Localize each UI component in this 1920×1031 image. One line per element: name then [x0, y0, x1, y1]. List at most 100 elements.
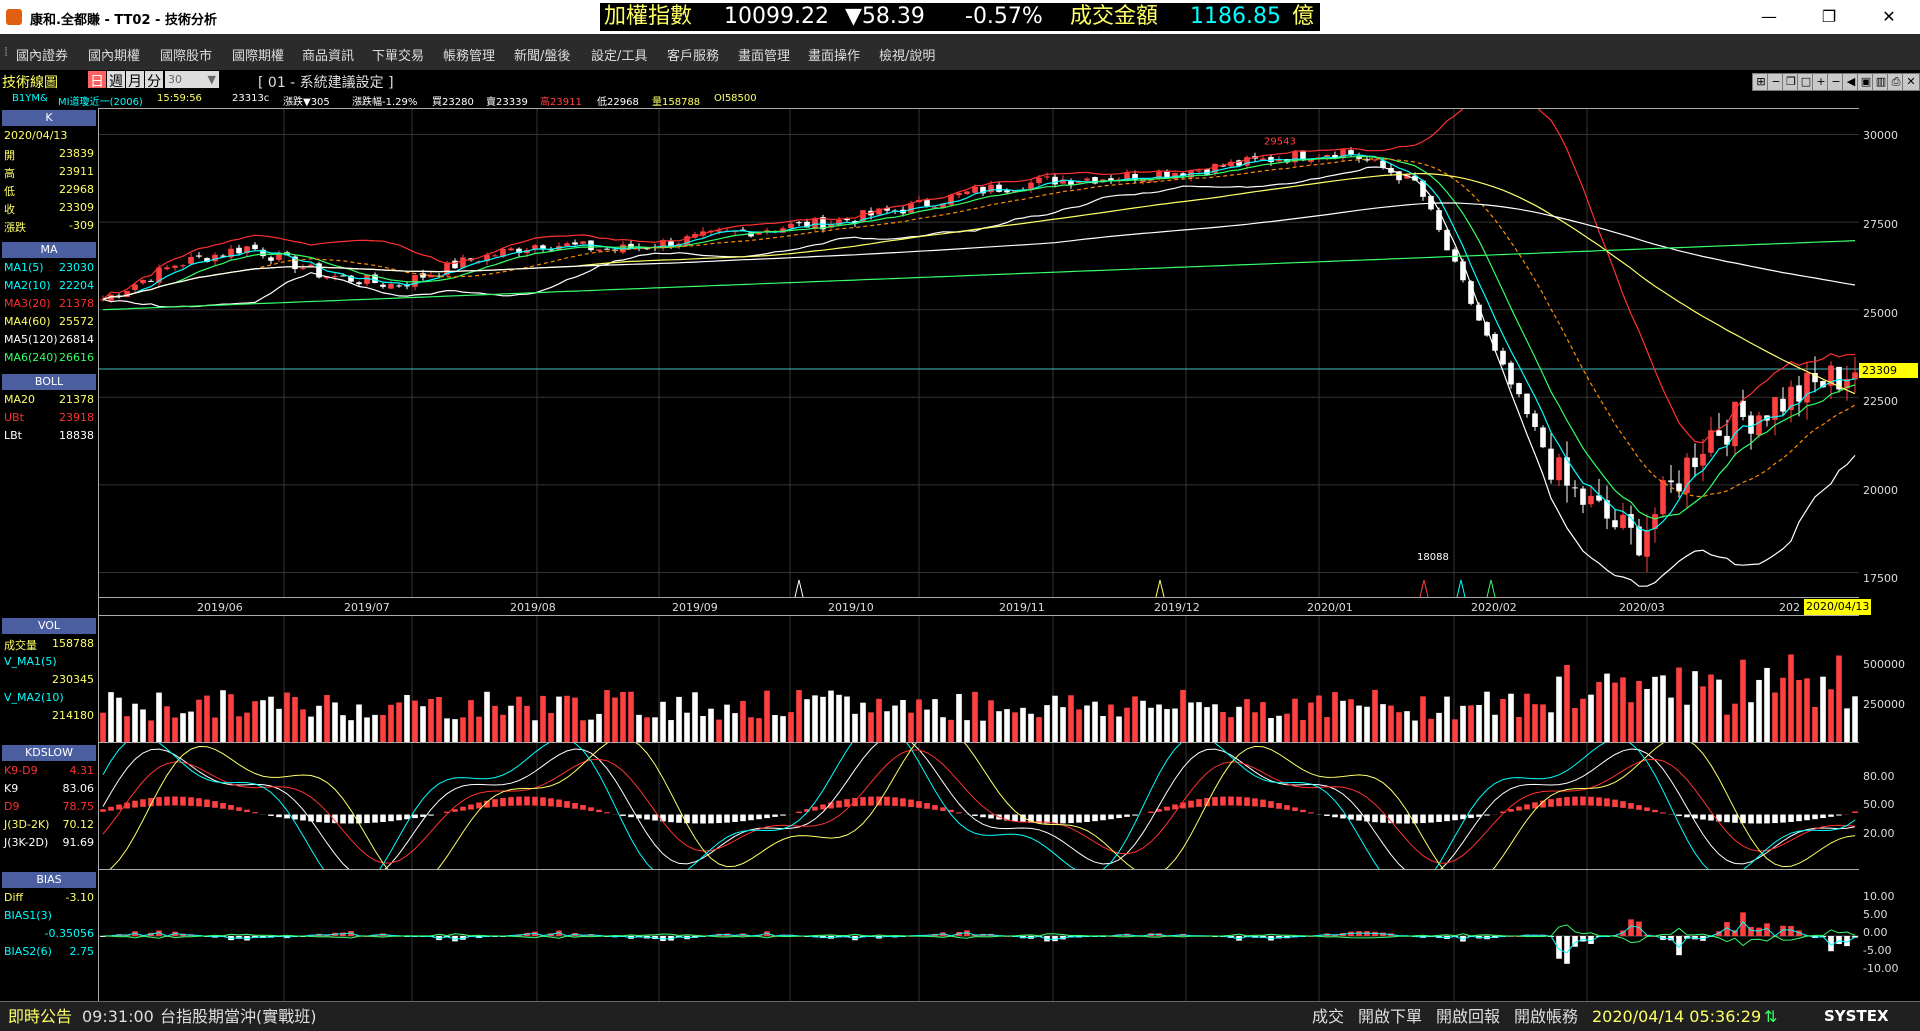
menu-product-info[interactable]: 商品資訊	[302, 45, 354, 64]
bias-bar	[1580, 936, 1586, 942]
kd-row: D978.75	[4, 800, 96, 816]
trade-button[interactable]: 成交	[1312, 1002, 1344, 1031]
close-panel-icon[interactable]: ✕	[1902, 73, 1920, 91]
volume-chart[interactable]	[99, 615, 1859, 743]
boll-value: 21378	[59, 393, 94, 406]
period-minute-button[interactable]: 分	[145, 71, 163, 88]
volume-bar	[1804, 678, 1810, 743]
price-chart[interactable]: 2954318088	[99, 108, 1859, 598]
volume-bar	[148, 720, 154, 743]
volume-bar	[1620, 677, 1626, 743]
period-month-button[interactable]: 月	[126, 71, 144, 88]
candle-body	[252, 245, 258, 249]
volume-bar	[1164, 709, 1170, 743]
menu-domestic-securities[interactable]: 國內證券	[16, 45, 68, 64]
candle-body	[1148, 180, 1154, 181]
k-section-head[interactable]: K	[2, 110, 96, 126]
menu-news[interactable]: 新聞/盤後	[514, 45, 570, 64]
kd-row: J(3K-2D)91.69	[4, 836, 96, 852]
boll-section-head[interactable]: BOLL	[2, 374, 96, 390]
period-day-button[interactable]: 日	[88, 71, 106, 88]
kd-diff-bar	[1188, 801, 1194, 808]
menu-account[interactable]: 帳務管理	[443, 45, 495, 64]
bias-chart[interactable]	[99, 869, 1859, 1002]
volume-bar	[596, 714, 602, 743]
kd-diff-bar	[1228, 797, 1234, 806]
volume-bar	[1492, 715, 1498, 743]
menu-screen-operate[interactable]: 畫面操作	[808, 45, 860, 64]
vol-section-head[interactable]: VOL	[2, 618, 96, 634]
index-change: ▼58.39	[845, 3, 925, 31]
kd-diff-bar	[628, 815, 634, 818]
bias-row: Diff-3.10	[4, 891, 96, 907]
candle-body	[268, 257, 274, 260]
setting-name[interactable]: [ 01 - 系統建議設定 ]	[258, 72, 394, 92]
volume-bar	[1196, 702, 1202, 743]
close-button[interactable]: ✕	[1866, 4, 1912, 30]
kd-section-head[interactable]: KDSLOW	[2, 745, 96, 761]
menu-intl-futures[interactable]: 國際期權	[232, 45, 284, 64]
announcement-label[interactable]: 即時公告	[8, 1002, 72, 1031]
panel-title: 技術線圖	[2, 72, 58, 92]
minimize-button[interactable]: —	[1746, 4, 1792, 30]
kd-chart[interactable]	[99, 742, 1859, 870]
kd-diff-bar	[1644, 807, 1650, 811]
announcement-text[interactable]: 台指股期當沖(實戰班)	[160, 1002, 317, 1031]
volume-bar	[1444, 697, 1450, 743]
kd-diff-bar	[524, 797, 530, 806]
volume-bar	[580, 720, 586, 743]
menu-settings[interactable]: 設定/工具	[591, 45, 647, 64]
candle-body	[1372, 159, 1378, 160]
kd-diff-bar	[772, 815, 778, 817]
menu-domestic-futures[interactable]: 國內期權	[88, 45, 140, 64]
candle-body	[1348, 150, 1354, 154]
window-title: 康和.全都賺 - TT02 - 技術分析	[30, 9, 217, 28]
open-order-button[interactable]: 開啟下單	[1358, 1002, 1422, 1031]
volume-bar	[404, 695, 410, 743]
menu-service[interactable]: 客戶服務	[667, 45, 719, 64]
status-datetime: 2020/04/14 05:36:29	[1592, 1002, 1761, 1031]
kd-label: K9	[4, 782, 18, 795]
volume-bar	[1260, 702, 1266, 743]
bias-bar	[1556, 936, 1562, 959]
ma-section-head[interactable]: MA	[2, 242, 96, 258]
minute-select[interactable]: 30▼	[165, 71, 219, 88]
volume-bar	[836, 695, 842, 743]
menu-view-help[interactable]: 檢視/說明	[879, 45, 935, 64]
kd-diff-bar	[1444, 815, 1450, 822]
bias-section-head[interactable]: BIAS	[2, 872, 96, 888]
volume-bar	[988, 700, 994, 743]
kd-row: J(3D-2K)70.12	[4, 818, 96, 834]
kd-diff-bar	[380, 815, 386, 822]
date-axis: 2019/062019/072019/082019/092019/102019/…	[99, 597, 1859, 617]
menu-order[interactable]: 下單交易	[372, 45, 424, 64]
period-week-button[interactable]: 週	[107, 71, 125, 88]
ma-value: 23030	[59, 261, 94, 274]
bias-bar	[1756, 928, 1762, 936]
volume-bar	[1852, 696, 1858, 743]
kd-diff-bar	[1852, 811, 1858, 813]
menu-intl-stocks[interactable]: 國際股市	[160, 45, 212, 64]
candle-body	[580, 241, 586, 243]
quote-bid: 買23280	[432, 93, 474, 108]
maximize-button[interactable]: ❐	[1806, 4, 1852, 30]
kd-diff-bar	[1220, 797, 1226, 806]
price-tick: 30000	[1863, 129, 1898, 142]
open-account-button[interactable]: 開啟帳務	[1514, 1002, 1578, 1031]
open-report-button[interactable]: 開啟回報	[1436, 1002, 1500, 1031]
volume-bar	[652, 717, 658, 743]
volume-bar	[1124, 708, 1130, 743]
kd-diff-bar	[1132, 815, 1138, 816]
date-tick: 2019/06	[197, 601, 243, 614]
volume-bar	[1820, 677, 1826, 743]
volume-bar	[852, 714, 858, 743]
kd-diff-bar	[892, 797, 898, 806]
menu-screen-manage[interactable]: 畫面管理	[738, 45, 790, 64]
candle-body	[1580, 489, 1586, 505]
candle-body	[1068, 181, 1074, 185]
candle-body	[1660, 480, 1666, 514]
price-tick: 22500	[1863, 395, 1898, 408]
volume-bar	[1596, 682, 1602, 743]
kd-diff-bar	[1508, 809, 1514, 812]
volume-bar	[412, 701, 418, 743]
